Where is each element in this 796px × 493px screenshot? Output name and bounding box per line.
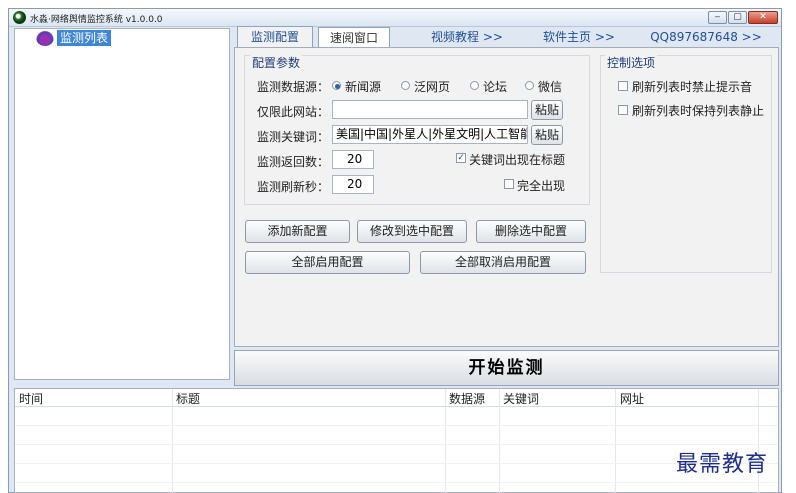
radio-forum[interactable]: [470, 81, 479, 90]
planet-icon: [36, 30, 54, 46]
radio-wechat-label: 微信: [538, 80, 563, 94]
monitor-tree[interactable]: [14, 28, 230, 380]
radio-news-source[interactable]: [332, 81, 341, 90]
return-count-input[interactable]: 20: [332, 150, 374, 169]
table-row: [15, 482, 778, 483]
maximize-button[interactable]: ▢: [728, 11, 747, 24]
table-row: [15, 425, 778, 426]
keywords-input[interactable]: 美国|中国|外星人|外星文明|人工智能: [332, 125, 528, 144]
refresh-seconds-input[interactable]: 20: [332, 175, 374, 194]
column-header-time[interactable]: 时间: [19, 390, 43, 407]
enable-all-button[interactable]: 全部启用配置: [245, 251, 410, 274]
site-input[interactable]: [332, 100, 528, 119]
config-params-legend: 配置参数: [250, 54, 303, 71]
column-header-title[interactable]: 标题: [176, 390, 200, 407]
tab-video-tutorial-link[interactable]: 视频教程 >>: [424, 27, 510, 47]
column-divider: [615, 389, 616, 493]
refresh-seconds-label: 监测刷新秒：: [257, 180, 330, 194]
freeze-on-refresh-label: 刷新列表时保持列表静止: [632, 104, 765, 118]
tree-item-monitor-list[interactable]: 监测列表: [57, 30, 112, 46]
radio-forum-label: 论坛: [483, 80, 508, 94]
app-logo-icon: [13, 11, 26, 24]
keywords-label: 监测关键词：: [257, 130, 330, 144]
tab-monitor-config[interactable]: 监测配置: [237, 26, 313, 48]
disable-all-button[interactable]: 全部取消启用配置: [420, 251, 586, 274]
tab-qq-link[interactable]: QQ897687648 >>: [650, 27, 762, 47]
radio-news-label: 新闻源: [345, 80, 382, 94]
column-divider: [499, 389, 500, 493]
return-count-label: 监测返回数：: [257, 155, 330, 169]
title-keyword-label: 关键词出现在标题: [469, 153, 566, 167]
source-label: 监测数据源：: [257, 80, 330, 94]
site-label: 仅限此网站：: [257, 105, 330, 119]
window-title: 水淼·网络舆情监控系统 v1.0.0.0: [30, 15, 163, 25]
exact-match-label: 完全出现: [517, 179, 566, 193]
radio-general-web[interactable]: [401, 81, 410, 90]
column-divider: [172, 389, 173, 493]
radio-wechat[interactable]: [525, 81, 534, 90]
radio-general-web-label: 泛网页: [414, 80, 451, 94]
tab-quick-read[interactable]: 速阅窗口: [318, 27, 390, 47]
column-divider: [445, 389, 446, 493]
freeze-on-refresh-checkbox[interactable]: [618, 105, 628, 115]
minimize-button[interactable]: ‒: [708, 11, 727, 24]
modify-config-button[interactable]: 修改到选中配置: [357, 220, 467, 243]
paste-site-button[interactable]: 粘贴: [531, 100, 563, 120]
table-header: [15, 389, 778, 407]
control-options-legend: 控制选项: [605, 54, 658, 71]
exact-match-checkbox[interactable]: [504, 179, 514, 189]
tab-homepage-link[interactable]: 软件主页 >>: [536, 27, 622, 47]
delete-config-button[interactable]: 删除选中配置: [476, 220, 586, 243]
mute-on-refresh-checkbox[interactable]: [618, 81, 628, 91]
add-config-button[interactable]: 添加新配置: [245, 220, 350, 243]
column-header-keyword[interactable]: 关键词: [503, 390, 539, 407]
table-row: [15, 444, 778, 445]
start-monitoring-button[interactable]: 开始监测: [234, 350, 779, 386]
title-keyword-checkbox[interactable]: ✓: [456, 153, 466, 163]
mute-on-refresh-label: 刷新列表时禁止提示音: [632, 80, 753, 94]
close-button[interactable]: ✕: [748, 11, 778, 24]
column-header-url[interactable]: 网址: [620, 390, 644, 407]
paste-keywords-button[interactable]: 粘贴: [531, 125, 563, 145]
watermark-text: 最需教育: [676, 452, 769, 477]
table-row: [15, 463, 778, 464]
column-header-source[interactable]: 数据源: [449, 390, 485, 407]
